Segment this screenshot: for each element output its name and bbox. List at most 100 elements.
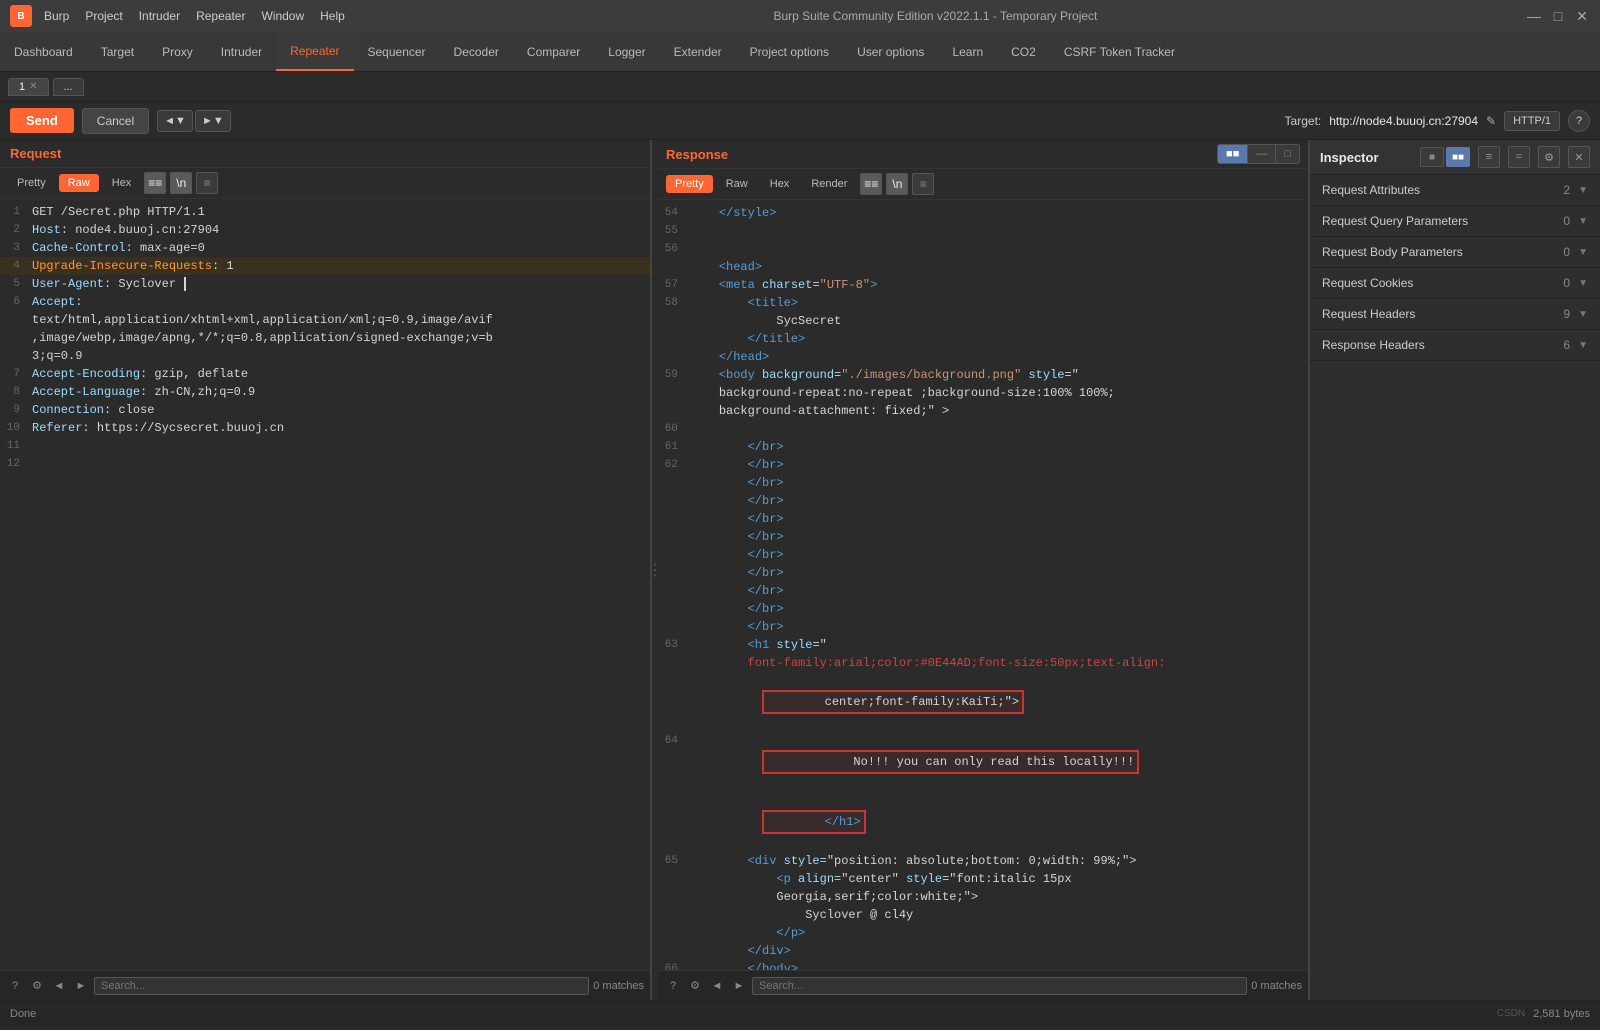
inspector-sort-icon[interactable]: ≡ xyxy=(1478,146,1500,168)
request-format-raw[interactable]: Raw xyxy=(59,174,99,192)
nav-tabs: Dashboard Target Proxy Intruder Repeater… xyxy=(0,32,1600,72)
nav-tab-csrf[interactable]: CSRF Token Tracker xyxy=(1050,32,1189,71)
resp-line-br2: </br> xyxy=(658,492,1308,510)
response-view-single[interactable]: □ xyxy=(1276,145,1299,163)
menu-project[interactable]: Project xyxy=(85,9,122,23)
close-button[interactable]: ✕ xyxy=(1574,8,1590,24)
inspector-eq-icon[interactable]: = xyxy=(1508,146,1530,168)
resp-line-head: <head> xyxy=(658,258,1308,276)
repeater-tab-1-label: 1 xyxy=(19,81,25,93)
menu-burp[interactable]: Burp xyxy=(44,9,69,23)
request-format-toolbar: Pretty Raw Hex ≡≡ \n ≡ xyxy=(0,168,650,199)
request-search-settings-icon[interactable]: ⚙ xyxy=(28,977,46,995)
chevron-down-icon: ▼ xyxy=(1578,216,1588,227)
resp-line-58: 58 <title> xyxy=(658,294,1308,312)
repeater-tabs: 1 ✕ ... xyxy=(0,72,1600,102)
request-code-area[interactable]: 1 GET /Secret.php HTTP/1.1 2 Host: node4… xyxy=(0,199,650,970)
menu-intruder[interactable]: Intruder xyxy=(139,9,180,23)
request-line-6a: text/html,application/xhtml+xml,applicat… xyxy=(0,311,650,329)
inspector-query-params[interactable]: Request Query Parameters 0 ▼ xyxy=(1310,206,1600,237)
nav-tab-decoder[interactable]: Decoder xyxy=(440,32,513,71)
resp-line-60: 60 xyxy=(658,420,1308,438)
request-panel-header: Request xyxy=(0,140,650,168)
edit-icon[interactable]: ✎ xyxy=(1486,114,1496,128)
history-next-button[interactable]: ►▼ xyxy=(195,110,231,132)
request-search-bar: ? ⚙ ◄ ► 0 matches xyxy=(0,970,650,1000)
response-search-input[interactable] xyxy=(752,977,1247,995)
status-done: Done xyxy=(10,1008,36,1020)
nav-tab-intruder[interactable]: Intruder xyxy=(207,32,276,71)
nav-tab-target[interactable]: Target xyxy=(87,32,148,71)
repeater-tab-1[interactable]: 1 ✕ xyxy=(8,78,49,96)
cancel-button[interactable]: Cancel xyxy=(82,108,149,134)
response-code-area[interactable]: 54 </style> 55 56 <head> 57 <meta charse… xyxy=(658,200,1308,970)
send-button[interactable]: Send xyxy=(10,108,74,133)
request-format-pretty[interactable]: Pretty xyxy=(8,174,55,192)
chevron-down-icon: ▼ xyxy=(1578,340,1588,351)
response-format-hex[interactable]: Hex xyxy=(761,175,799,193)
inspector-view-single[interactable]: ■ xyxy=(1420,147,1444,167)
request-line-8: 8 Accept-Language: zh-CN,zh;q=0.9 xyxy=(0,383,650,401)
request-line-1: 1 GET /Secret.php HTTP/1.1 xyxy=(0,203,650,221)
minimize-button[interactable]: — xyxy=(1526,8,1542,24)
resp-line-65d: </p> xyxy=(658,924,1308,942)
inspector-request-attributes[interactable]: Request Attributes 2 ▼ xyxy=(1310,175,1600,206)
request-search-next-icon[interactable]: ► xyxy=(72,977,90,995)
close-icon[interactable]: ✕ xyxy=(29,81,37,92)
menu-window[interactable]: Window xyxy=(261,9,304,23)
menu-help[interactable]: Help xyxy=(320,9,345,23)
response-format-menu-icon[interactable]: ≡ xyxy=(912,173,934,195)
request-search-input[interactable] xyxy=(94,977,589,995)
nav-tab-learn[interactable]: Learn xyxy=(938,32,997,71)
maximize-button[interactable]: □ xyxy=(1550,8,1566,24)
request-format-newline-icon[interactable]: \n xyxy=(170,172,192,194)
inspector-cookies[interactable]: Request Cookies 0 ▼ xyxy=(1310,268,1600,299)
inspector-body-params[interactable]: Request Body Parameters 0 ▼ xyxy=(1310,237,1600,268)
response-search-prev-icon[interactable]: ◄ xyxy=(708,977,726,995)
response-format-newline-icon[interactable]: \n xyxy=(886,173,908,195)
response-search-next-icon[interactable]: ► xyxy=(730,977,748,995)
inspector-settings-icon[interactable]: ⚙ xyxy=(1538,146,1560,168)
history-prev-button[interactable]: ◄▼ xyxy=(157,110,193,132)
nav-tab-dashboard[interactable]: Dashboard xyxy=(0,32,87,71)
response-search-settings-icon[interactable]: ⚙ xyxy=(686,977,704,995)
response-view-split[interactable]: ■■ xyxy=(1218,145,1248,163)
nav-tab-project-options[interactable]: Project options xyxy=(736,32,843,71)
nav-tab-comparer[interactable]: Comparer xyxy=(513,32,594,71)
resp-line-br5: </br> xyxy=(658,546,1308,564)
inspector-request-headers[interactable]: Request Headers 9 ▼ xyxy=(1310,299,1600,330)
nav-tab-proxy[interactable]: Proxy xyxy=(148,32,207,71)
inspector-close-icon[interactable]: ✕ xyxy=(1568,146,1590,168)
request-format-wrap-icon[interactable]: ≡≡ xyxy=(144,172,166,194)
request-format-menu-icon[interactable]: ≡ xyxy=(196,172,218,194)
request-search-prev-icon[interactable]: ◄ xyxy=(50,977,68,995)
http-version-button[interactable]: HTTP/1 xyxy=(1504,111,1560,131)
repeater-tab-dots[interactable]: ... xyxy=(53,78,84,96)
response-format-pretty[interactable]: Pretty xyxy=(666,175,713,193)
resp-line-54: 54 </style> xyxy=(658,204,1308,222)
response-format-wrap-icon[interactable]: ≡≡ xyxy=(860,173,882,195)
nav-tab-user-options[interactable]: User options xyxy=(843,32,938,71)
response-format-toolbar: Pretty Raw Hex Render ≡≡ \n ≡ xyxy=(658,169,1308,200)
nav-tab-co2[interactable]: CO2 xyxy=(997,32,1050,71)
resp-line-65: 65 <div style="position: absolute;bottom… xyxy=(658,852,1308,870)
window-title: Burp Suite Community Edition v2022.1.1 -… xyxy=(345,9,1526,23)
menu-repeater[interactable]: Repeater xyxy=(196,9,245,23)
request-help-icon[interactable]: ? xyxy=(6,977,24,995)
inspector-response-headers[interactable]: Response Headers 6 ▼ xyxy=(1310,330,1600,361)
nav-tab-repeater[interactable]: Repeater xyxy=(276,32,353,71)
response-format-render[interactable]: Render xyxy=(802,175,856,193)
request-line-9: 9 Connection: close xyxy=(0,401,650,419)
help-button[interactable]: ? xyxy=(1568,110,1590,132)
resp-line-br1: </br> xyxy=(658,474,1308,492)
response-format-raw[interactable]: Raw xyxy=(717,175,757,193)
request-format-hex[interactable]: Hex xyxy=(103,174,141,192)
response-view-horizontal[interactable]: — xyxy=(1248,145,1276,163)
status-bar: Done CSDN 2,581 bytes xyxy=(0,1000,1600,1026)
nav-tab-logger[interactable]: Logger xyxy=(594,32,659,71)
nav-tab-extender[interactable]: Extender xyxy=(660,32,736,71)
inspector-view-dual[interactable]: ■■ xyxy=(1446,147,1470,167)
response-help-icon[interactable]: ? xyxy=(664,977,682,995)
nav-tab-sequencer[interactable]: Sequencer xyxy=(354,32,440,71)
target-url: http://node4.buuoj.cn:27904 xyxy=(1329,114,1478,128)
